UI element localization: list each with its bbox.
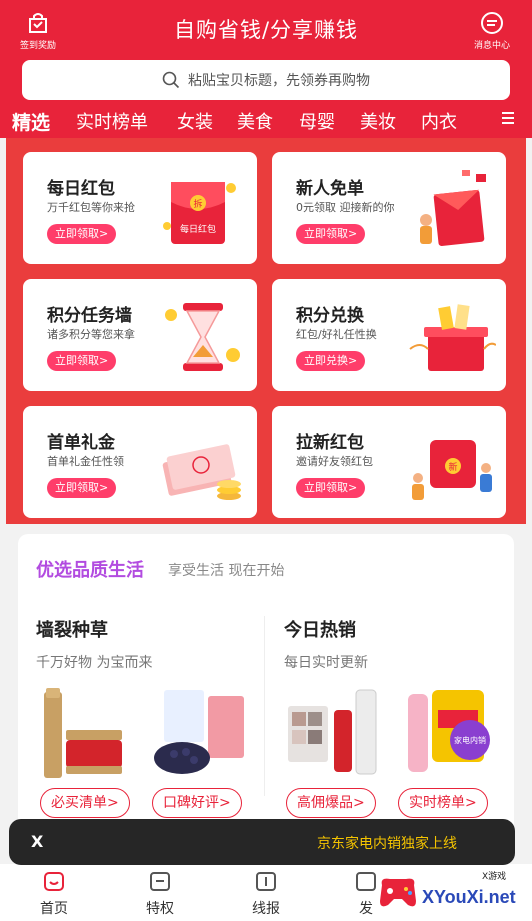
tab-underwear[interactable]: 内衣	[421, 108, 457, 134]
hot-sales-column[interactable]: 今日热销 每日实时更新 家电内销 高佣爆品> 实时榜单>	[284, 616, 514, 826]
card-subtitle: 首单礼金任性领	[47, 455, 124, 468]
card-claim-button[interactable]: 立即兑换>	[296, 351, 366, 371]
quality-life-section: 优选品质生活 享受生活 现在开始 墙裂种草 千万好物 为宝而来 必买清单> 口碑…	[18, 534, 514, 834]
card-title: 新人免单	[296, 179, 364, 199]
tab-food[interactable]: 美食	[237, 108, 273, 134]
tab-baby[interactable]: 母婴	[299, 108, 335, 134]
card-first-order-gift[interactable]: 首单礼金 首单礼金任性领 立即领取>	[23, 406, 257, 518]
section-subtitle: 享受生活 现在开始	[168, 563, 285, 579]
column-divider	[264, 616, 265, 796]
nav-privilege[interactable]: 特权	[120, 864, 200, 918]
home-icon	[44, 872, 64, 891]
page-title: 自购省钱/分享赚钱	[173, 18, 359, 42]
card-title: 积分任务墙	[47, 306, 132, 326]
app-header: 签到奖励 自购省钱/分享赚钱 消息中心 粘贴宝贝标题，先领券再购物 精选 实时榜…	[0, 0, 532, 138]
message-icon	[479, 10, 505, 36]
search-icon	[162, 71, 180, 89]
card-claim-button[interactable]: 立即领取>	[47, 351, 117, 371]
card-title: 每日红包	[47, 179, 115, 199]
toast-close-button[interactable]: X	[31, 832, 43, 851]
search-placeholder: 粘贴宝贝标题，先领券再购物	[188, 73, 370, 89]
cosmetics-product-image	[44, 688, 122, 778]
search-input[interactable]: 粘贴宝贝标题，先领券再购物	[22, 60, 510, 100]
card-subtitle: 万千红包等你来抢	[47, 201, 135, 214]
card-subtitle: 邀请好友领红包	[296, 455, 373, 468]
column-subtitle: 每日实时更新	[284, 655, 368, 671]
card-subtitle: 0元领取 迎接新的你	[296, 201, 395, 214]
must-buy-list-button[interactable]: 必买清单>	[40, 788, 130, 818]
card-subtitle: 红包/好礼任性换	[296, 328, 377, 341]
envelope-badge: 拆	[193, 198, 202, 210]
word-of-mouth-button[interactable]: 口碑好评>	[152, 788, 242, 818]
card-points-task-wall[interactable]: 积分任务墙 诸多积分等您来拿 立即领取>	[23, 279, 257, 391]
column-subtitle: 千万好物 为宝而来	[36, 655, 153, 671]
column-title: 今日热销	[284, 620, 356, 641]
red-envelope-icon: 拆 每日红包	[163, 182, 236, 244]
message-center-label: 消息中心	[473, 41, 510, 51]
card-subtitle: 诸多积分等您来拿	[47, 328, 135, 341]
nav-label: 特权	[146, 901, 174, 917]
site-watermark: X游戏 XYouXi.net	[374, 867, 524, 917]
realtime-ranking-button[interactable]: 实时榜单>	[398, 788, 488, 818]
watermark-small-text: X游戏	[482, 872, 507, 882]
card-claim-button[interactable]: 立即领取>	[47, 224, 117, 244]
card-claim-button[interactable]: 立即领取>	[296, 478, 366, 498]
nav-home[interactable]: 首页	[14, 864, 94, 918]
notification-toast: X 京东家电内销独家上线	[9, 819, 515, 865]
card-title: 积分兑换	[296, 306, 364, 326]
invite-badge: 新	[448, 461, 457, 473]
tab-selected[interactable]: 精选	[12, 108, 50, 135]
tab-ranking[interactable]: 实时榜单	[76, 108, 148, 134]
card-points-exchange[interactable]: 积分兑换 红包/好礼任性换 立即兑换>	[272, 279, 506, 391]
column-title: 墙裂种草	[36, 620, 108, 641]
envelope-label: 每日红包	[180, 223, 216, 235]
grass-planting-column[interactable]: 墙裂种草 千万好物 为宝而来 必买清单> 口碑好评>	[36, 616, 266, 826]
snack-product-image	[154, 690, 244, 774]
promo-panel: 每日红包 万千红包等你来抢 立即领取> 拆 每日红包 新人免单 0元领取 迎接新…	[6, 138, 526, 524]
gamepad-logo-icon	[380, 878, 416, 907]
privilege-icon	[150, 872, 170, 891]
menu-icon[interactable]	[500, 110, 516, 131]
appliance-badge-text: 家电内销	[454, 735, 486, 745]
appliance-product-image: 家电内销	[408, 690, 490, 772]
makeup-product-image	[288, 689, 377, 775]
tab-womens[interactable]: 女装	[177, 108, 213, 134]
gift-box-icon	[409, 304, 496, 371]
high-commission-button[interactable]: 高佣爆品>	[286, 788, 376, 818]
card-claim-button[interactable]: 立即领取>	[47, 478, 117, 498]
message-center-button[interactable]: 消息中心	[472, 10, 512, 51]
nav-news[interactable]: 线报	[226, 864, 306, 918]
card-title: 拉新红包	[296, 433, 364, 453]
hourglass-icon	[165, 303, 240, 371]
card-newuser-free[interactable]: 新人免单 0元领取 迎接新的你 立即领取>	[272, 152, 506, 264]
cash-stack-icon	[162, 444, 241, 500]
gift-envelope-icon	[420, 170, 486, 246]
card-title: 首单礼金	[47, 433, 115, 453]
card-daily-redpacket[interactable]: 每日红包 万千红包等你来抢 立即领取> 拆 每日红包	[23, 152, 257, 264]
watermark-text: XYouXi.net	[422, 887, 516, 907]
category-tabs: 精选 实时榜单 女装 美食 母婴 美妆 内衣	[0, 108, 532, 138]
toast-message[interactable]: 京东家电内销独家上线	[317, 833, 457, 853]
nav-label: 线报	[252, 901, 280, 917]
invite-envelope-icon: 新	[412, 440, 492, 500]
card-claim-button[interactable]: 立即领取>	[296, 224, 366, 244]
section-title: 优选品质生活	[36, 560, 144, 581]
news-icon	[256, 872, 276, 891]
card-invite-redpacket[interactable]: 拉新红包 邀请好友领红包 立即领取> 新	[272, 406, 506, 518]
nav-label: 首页	[40, 901, 68, 917]
tab-beauty[interactable]: 美妆	[360, 108, 396, 134]
